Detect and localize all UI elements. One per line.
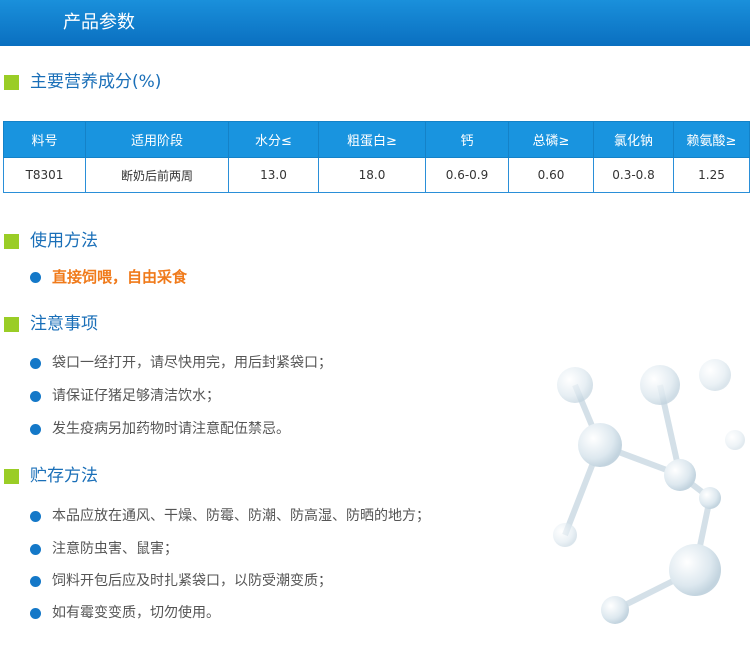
table-cell: 13.0 — [228, 157, 319, 193]
table-cell: 0.60 — [508, 157, 594, 193]
section-storage-heading: 贮存方法 — [4, 464, 98, 488]
section-title: 使用方法 — [30, 231, 98, 251]
bullet-icon — [30, 510, 41, 522]
column-header: 适用阶段 — [85, 121, 229, 158]
storage-text: 如有霉变变质，切勿使用。 — [52, 605, 220, 621]
bullet-icon — [30, 575, 41, 587]
bullet-icon — [30, 390, 41, 402]
column-header: 氯化钠 — [593, 121, 674, 158]
section-notes-heading: 注意事项 — [4, 312, 98, 336]
section-title: 主要营养成分(%) — [30, 72, 162, 92]
section-title: 注意事项 — [30, 314, 98, 334]
list-item: 注意防虫害、鼠害； — [30, 538, 178, 560]
section-usage-heading: 使用方法 — [4, 229, 98, 253]
note-text: 请保证仔猪足够清洁饮水； — [52, 388, 220, 404]
column-header: 粗蛋白≥ — [318, 121, 426, 158]
column-header: 总磷≥ — [508, 121, 594, 158]
table-header-row: 料号 适用阶段 水分≤ 粗蛋白≥ 钙 总磷≥ 氯化钠 赖氨酸≥ — [3, 121, 750, 158]
table-cell: 0.6-0.9 — [425, 157, 509, 193]
storage-text: 本品应放在通风、干燥、防霉、防潮、防高湿、防晒的地方； — [52, 508, 430, 524]
list-item: 发生疫病另加药物时请注意配伍禁忌。 — [30, 418, 290, 440]
bullet-icon — [30, 607, 41, 619]
bullet-icon — [30, 271, 41, 283]
bullet-icon — [30, 543, 41, 555]
list-item: 请保证仔猪足够清洁饮水； — [30, 385, 220, 407]
storage-text: 注意防虫害、鼠害； — [52, 541, 178, 557]
bullet-icon — [30, 423, 41, 435]
header-bar: 产品参数 — [0, 0, 750, 46]
section-title: 贮存方法 — [30, 466, 98, 486]
table-cell: 18.0 — [318, 157, 426, 193]
green-square-icon — [4, 233, 19, 249]
list-item: 本品应放在通风、干燥、防霉、防潮、防高湿、防晒的地方； — [30, 505, 430, 527]
bullet-icon — [30, 357, 41, 369]
list-item: 直接饲喂，自由采食 — [30, 266, 187, 288]
column-header: 料号 — [3, 121, 86, 158]
list-item: 饲料开包后应及时扎紧袋口，以防受潮变质； — [30, 570, 332, 592]
table-row: T8301 断奶后前两周 13.0 18.0 0.6-0.9 0.60 0.3-… — [3, 157, 750, 193]
table-cell: 0.3-0.8 — [593, 157, 674, 193]
green-square-icon — [4, 316, 19, 332]
usage-text: 直接饲喂，自由采食 — [52, 268, 188, 286]
column-header: 钙 — [425, 121, 509, 158]
note-text: 袋口一经打开，请尽快用完，用后封紧袋口； — [52, 355, 332, 371]
column-header: 水分≤ — [228, 121, 319, 158]
storage-text: 饲料开包后应及时扎紧袋口，以防受潮变质； — [52, 573, 332, 589]
page-title: 产品参数 — [63, 12, 135, 33]
green-square-icon — [4, 468, 19, 484]
section-nutrition-heading: 主要营养成分(%) — [4, 70, 161, 94]
list-item: 袋口一经打开，请尽快用完，用后封紧袋口； — [30, 352, 332, 374]
table-cell: T8301 — [3, 157, 86, 193]
nutrition-table: 料号 适用阶段 水分≤ 粗蛋白≥ 钙 总磷≥ 氯化钠 赖氨酸≥ T8301 断奶… — [3, 121, 750, 193]
molecule-illustration — [553, 359, 745, 624]
note-text: 发生疫病另加药物时请注意配伍禁忌。 — [52, 421, 290, 437]
table-cell: 断奶后前两周 — [85, 157, 229, 193]
green-square-icon — [4, 74, 19, 90]
list-item: 如有霉变变质，切勿使用。 — [30, 602, 220, 624]
table-cell: 1.25 — [673, 157, 750, 193]
column-header: 赖氨酸≥ — [673, 121, 750, 158]
